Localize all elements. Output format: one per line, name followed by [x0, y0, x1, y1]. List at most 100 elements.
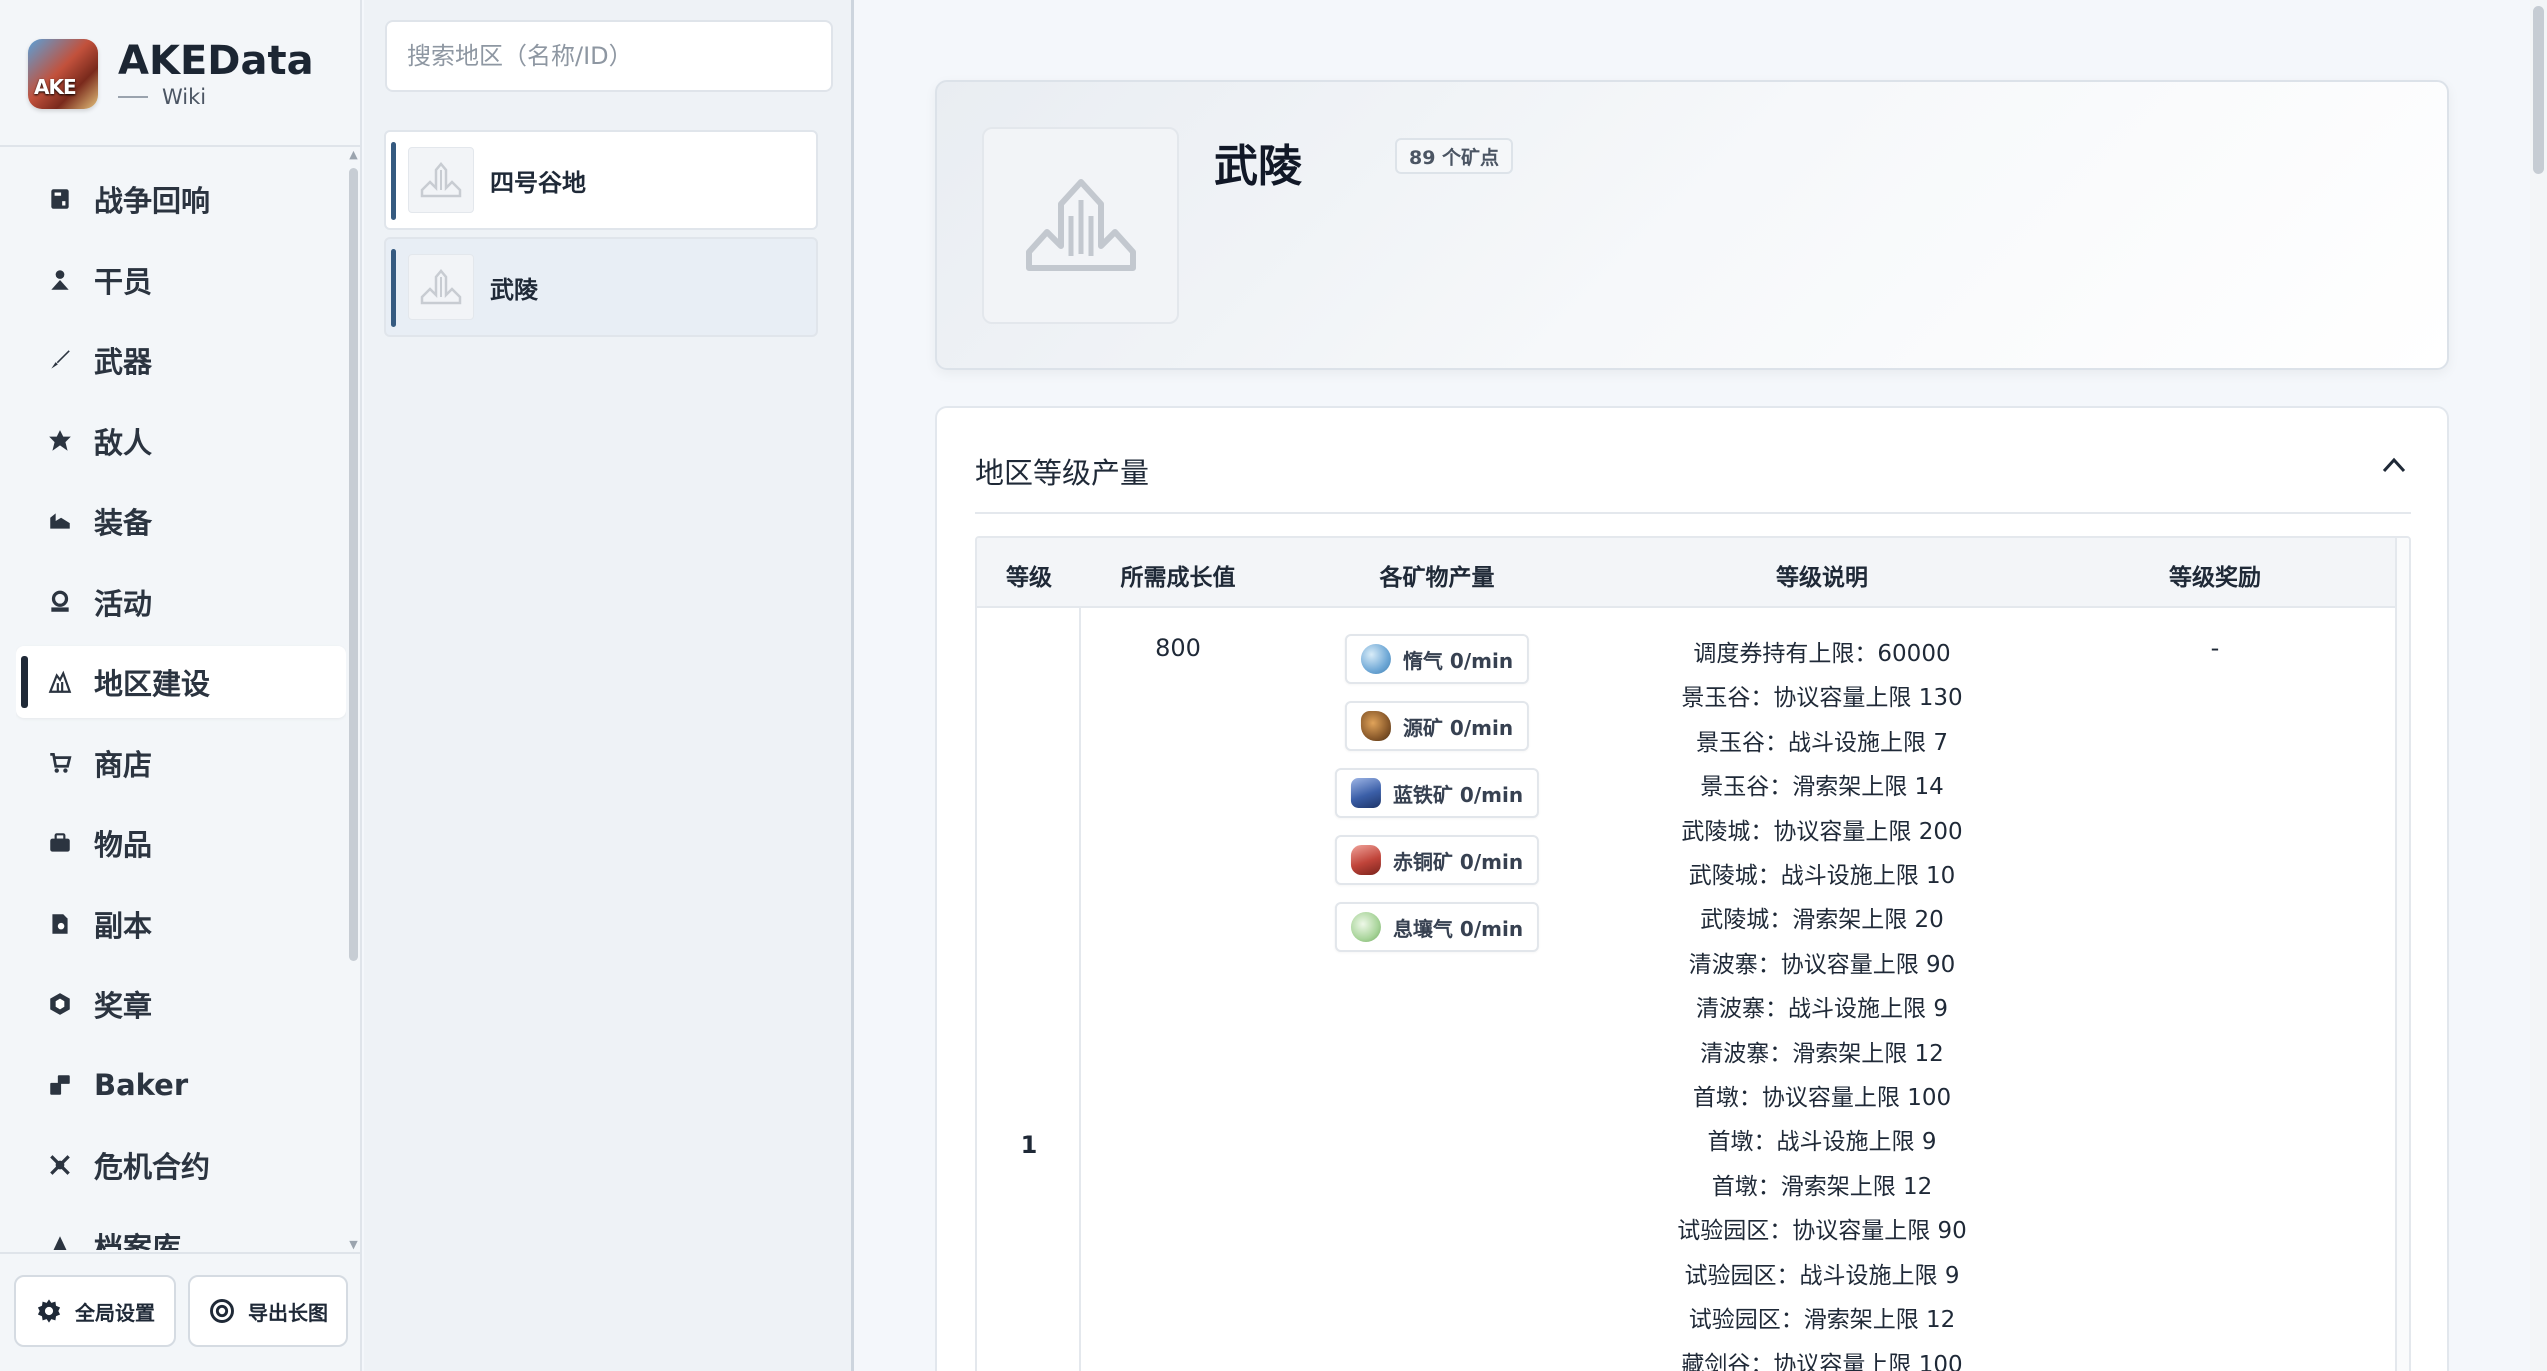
- nav-scroll-thumb[interactable]: [349, 168, 358, 961]
- table-scrollbar[interactable]: [2395, 538, 2409, 1371]
- export-image-label: 导出长图: [248, 1300, 328, 1325]
- nav-menu: 战争回响 干员 武器 敌人 装备 活动 地区建设 商店 物品 副本 奖章 Bak…: [16, 163, 346, 1250]
- baker-icon: [46, 1071, 74, 1099]
- operator-icon: [46, 266, 74, 294]
- region-name: 武陵: [490, 275, 538, 304]
- desc-line: 武陵城：战斗设施上限 10: [1688, 863, 1956, 890]
- nav-label: 危机合约: [94, 1150, 211, 1184]
- desc-line: 景玉谷：滑索架上限 14: [1700, 774, 1944, 801]
- table-row-level-cell: 1: [977, 608, 1081, 1371]
- header-reward: 等级奖励: [2169, 565, 2261, 591]
- nav-label: 奖章: [94, 989, 153, 1023]
- nav-label: 敌人: [94, 425, 153, 460]
- section-divider: [975, 512, 2411, 514]
- sword-icon: [46, 346, 74, 374]
- nav-item-crisis-contract[interactable]: 危机合约: [16, 1129, 346, 1201]
- scroll-up-arrow-icon[interactable]: ▲: [349, 149, 358, 160]
- desc-line: 景玉谷：协议容量上限 130: [1681, 685, 1963, 712]
- inert-gas-icon: [1360, 644, 1391, 674]
- mineral-label: 息壤气 0/min: [1392, 916, 1524, 941]
- nav-label: Baker: [94, 1067, 189, 1102]
- footer-divider: [0, 1252, 360, 1254]
- region-list-pane: 四号谷地 武陵: [364, 0, 854, 1371]
- nav-item-baker[interactable]: Baker: [16, 1049, 346, 1121]
- page-scrollbar[interactable]: [2530, 0, 2547, 1371]
- desc-line: 清波寨：战斗设施上限 9: [1696, 996, 1948, 1023]
- level-description-list: 调度券持有上限：60000 景玉谷：协议容量上限 130 景玉谷：战斗设施上限 …: [1677, 632, 1967, 1371]
- mineral-chip-red-copper[interactable]: 赤铜矿 0/min: [1334, 835, 1540, 885]
- growth-value: 800: [1155, 634, 1201, 662]
- nav-item-archive[interactable]: 档案库: [16, 1210, 346, 1251]
- region-hero-card: 武陵 89 个矿点: [935, 80, 2449, 370]
- section-title: 地区等级产量: [975, 456, 1150, 490]
- nav-item-shop[interactable]: 商店: [16, 727, 346, 799]
- contract-icon: [46, 1151, 74, 1179]
- region-item-wuling[interactable]: 武陵: [384, 237, 818, 337]
- nav-item-war-echo[interactable]: 战争回响: [16, 163, 346, 235]
- region-search-input[interactable]: [385, 20, 833, 92]
- sidebar: AKEData Wiki 战争回响 干员 武器 敌人: [0, 0, 362, 1371]
- global-settings-button[interactable]: 全局设置: [14, 1275, 176, 1347]
- nav-item-medals[interactable]: 奖章: [16, 968, 346, 1040]
- shop-icon: [46, 749, 74, 777]
- header-desc: 等级说明: [1776, 565, 1868, 591]
- nav-scrollbar[interactable]: ▲ ▼: [349, 149, 358, 1250]
- nav-label: 活动: [94, 586, 153, 621]
- nav-label: 档案库: [94, 1230, 182, 1251]
- mineral-chip-originium[interactable]: 源矿 0/min: [1344, 701, 1530, 751]
- event-icon: [46, 588, 74, 616]
- desc-line: 试验园区：战斗设施上限 9: [1684, 1262, 1960, 1289]
- mineral-output-list: 惰气 0/min 源矿 0/min 蓝铁矿 0/min 赤铜矿 0/min 息壤…: [1334, 634, 1540, 969]
- level-output-table: 等级 所需成长值 各矿物产量 等级说明 等级奖励 1 800 惰气 0/min …: [975, 536, 2411, 1371]
- page-scroll-thumb[interactable]: [2533, 6, 2544, 174]
- mineral-chip-inert-gas[interactable]: 惰气 0/min: [1344, 634, 1530, 684]
- header-output: 各矿物产量: [1379, 565, 1495, 591]
- desc-line: 清波寨：协议容量上限 90: [1688, 951, 1956, 978]
- desc-line: 武陵城：协议容量上限 200: [1681, 818, 1963, 845]
- nav-divider: [0, 145, 360, 147]
- brand[interactable]: AKEData Wiki: [28, 36, 314, 112]
- nav-label: 战争回响: [94, 184, 211, 218]
- mineral-chip-blue-iron[interactable]: 蓝铁矿 0/min: [1334, 768, 1540, 818]
- nav-item-region-build[interactable]: 地区建设: [16, 646, 346, 718]
- scroll-down-arrow-icon[interactable]: ▼: [349, 1239, 358, 1250]
- desc-line: 首墩：协议容量上限 100: [1692, 1085, 1952, 1112]
- desc-line: 藏剑谷：协议容量上限 100: [1681, 1351, 1963, 1371]
- archive-icon: [46, 1232, 74, 1250]
- nav-label: 商店: [94, 747, 153, 782]
- desc-line: 武陵城：滑索架上限 20: [1700, 907, 1944, 934]
- nav-item-dungeons[interactable]: 副本: [16, 888, 346, 960]
- nav-item-items[interactable]: 物品: [16, 807, 346, 879]
- region-detail: 武陵 89 个矿点 地区等级产量 等级 所需成长值 各矿物产量 等级说明 等级奖…: [857, 0, 2537, 1371]
- level-output-section: 地区等级产量 等级 所需成长值 各矿物产量 等级说明 等级奖励 1 800 惰气…: [935, 406, 2449, 1371]
- header-growth: 所需成长值: [1120, 565, 1236, 591]
- region-thumbnail: [408, 254, 474, 320]
- nav-item-enemies[interactable]: 敌人: [16, 405, 346, 477]
- gear-icon: [35, 1297, 63, 1325]
- enemy-icon: [46, 427, 74, 455]
- mineral-chip-xirang-gas[interactable]: 息壤气 0/min: [1334, 902, 1540, 952]
- export-image-button[interactable]: 导出长图: [188, 1275, 348, 1347]
- brand-logo: [28, 39, 98, 109]
- nav-item-operators[interactable]: 干员: [16, 244, 346, 316]
- originium-icon: [1360, 711, 1391, 741]
- table-header: 等级 所需成长值 各矿物产量 等级说明 等级奖励: [977, 538, 2395, 608]
- equipment-icon: [46, 507, 74, 535]
- nav-item-events[interactable]: 活动: [16, 566, 346, 638]
- nav-label: 武器: [94, 345, 153, 379]
- chevron-up-icon[interactable]: [2379, 450, 2409, 480]
- nav-item-weapons[interactable]: 武器: [16, 324, 346, 396]
- nav-item-equipment[interactable]: 装备: [16, 485, 346, 557]
- dungeon-icon: [46, 910, 74, 938]
- region-name: 四号谷地: [490, 168, 586, 197]
- desc-line: 首墩：滑索架上限 12: [1711, 1173, 1933, 1200]
- region-icon: [46, 668, 74, 696]
- desc-line: 首墩：战斗设施上限 9: [1707, 1129, 1937, 1156]
- blue-iron-icon: [1350, 778, 1381, 808]
- global-settings-label: 全局设置: [75, 1300, 155, 1325]
- xirang-gas-icon: [1350, 912, 1381, 942]
- mineral-label: 赤铜矿 0/min: [1392, 849, 1524, 874]
- region-item-sihao-valley[interactable]: 四号谷地: [384, 130, 818, 230]
- red-copper-icon: [1350, 845, 1381, 875]
- header-level: 等级: [1006, 565, 1052, 591]
